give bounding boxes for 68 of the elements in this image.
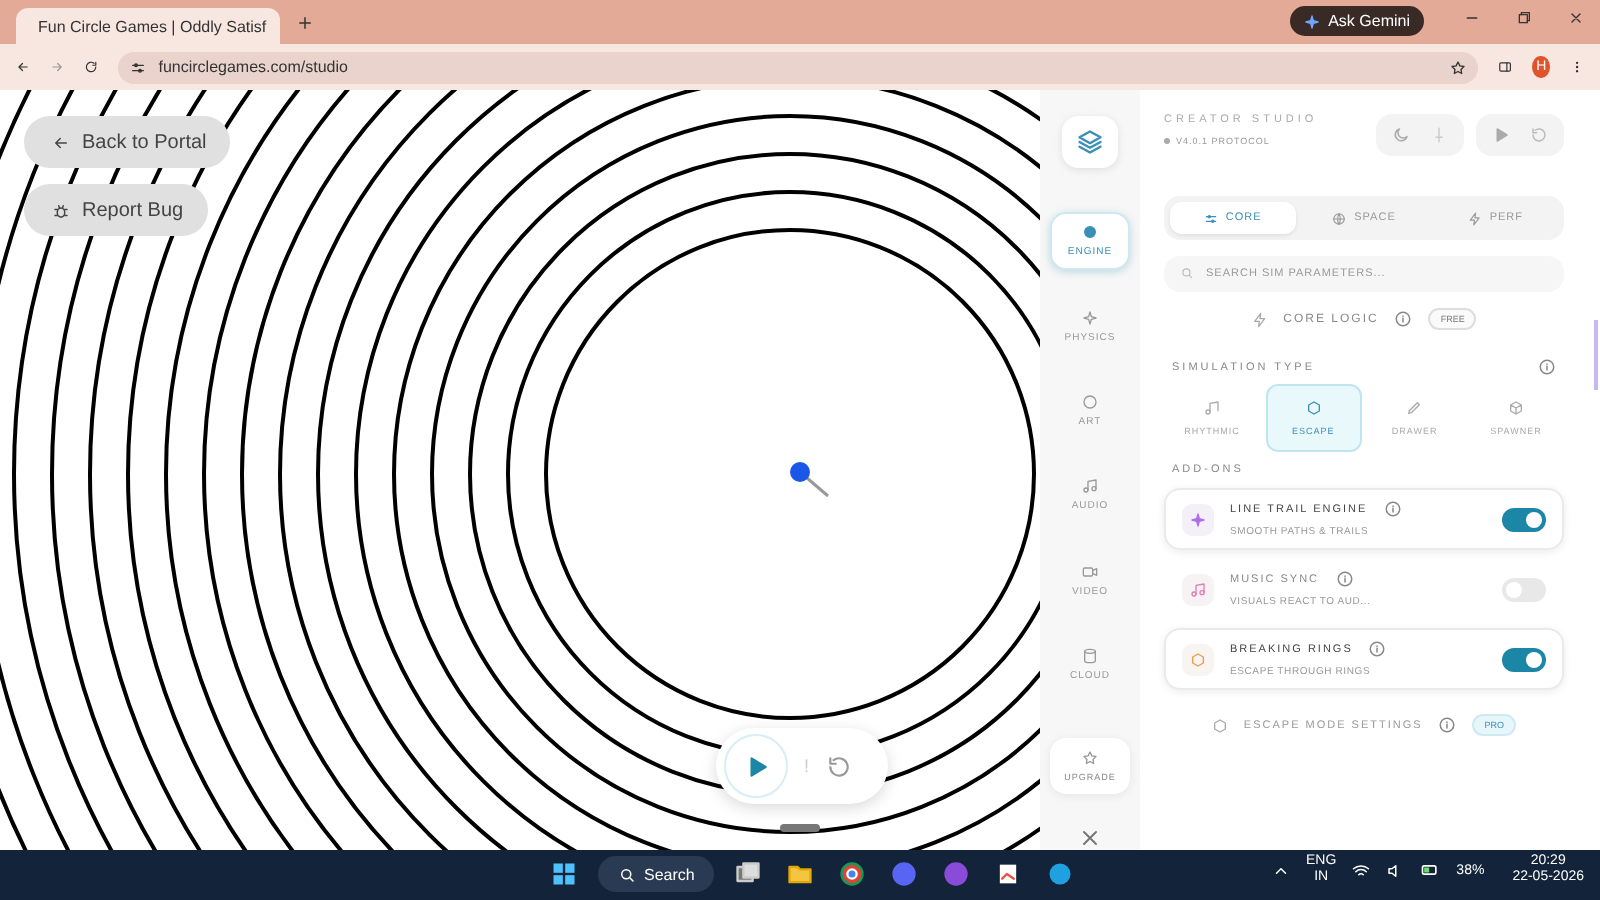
layers-icon	[1076, 128, 1104, 157]
reset-icon	[1530, 126, 1548, 144]
windows-stack-icon	[734, 860, 763, 888]
sparkle-icon	[1304, 13, 1321, 29]
battery-icon	[1420, 860, 1441, 881]
info-icon	[1394, 310, 1413, 328]
new-tab-button[interactable]	[296, 13, 314, 31]
reset-button[interactable]	[825, 753, 852, 779]
close-icon	[1078, 826, 1102, 850]
close-icon	[1568, 10, 1584, 26]
reset-icon	[825, 753, 852, 779]
star-icon	[1082, 749, 1098, 766]
database-icon	[1082, 647, 1098, 664]
music-note-icon	[1190, 581, 1206, 597]
close-button[interactable]	[1078, 826, 1102, 850]
info-icon	[1368, 640, 1387, 658]
status-dot	[1164, 138, 1170, 144]
forward-arrow-icon	[50, 58, 65, 76]
url-text: funcirclegames.com/studio	[158, 58, 348, 76]
tab-title: Fun Circle Games | Oddly Satisf	[38, 17, 267, 35]
search-icon	[1180, 266, 1194, 280]
taskbar-search[interactable]: Search	[598, 856, 715, 892]
address-bar[interactable]: funcirclegames.com/studio	[118, 51, 1479, 83]
back-arrow-icon	[52, 133, 70, 151]
pin-icon	[1430, 126, 1448, 144]
video-camera-icon	[1082, 563, 1098, 580]
info-icon	[1335, 570, 1354, 588]
report-bug-button[interactable]: Report Bug	[24, 184, 208, 236]
wifi-icon	[1352, 861, 1371, 880]
drag-handle[interactable]	[780, 824, 820, 832]
sparkles-icon	[1190, 511, 1206, 527]
browser-tab[interactable]: Fun Circle Games | Oddly Satisf	[16, 8, 280, 44]
globe-icon	[1332, 211, 1347, 225]
play-icon	[1492, 126, 1510, 144]
scrollbar[interactable]	[1594, 320, 1598, 390]
info-icon	[1538, 358, 1556, 376]
pencil-icon	[1406, 400, 1423, 416]
info-icon	[1438, 716, 1457, 734]
plus-icon	[296, 13, 314, 31]
moon-icon	[1392, 126, 1410, 144]
sparkle-icon	[1082, 309, 1098, 326]
ask-gemini-button[interactable]: Ask Gemini	[1290, 6, 1424, 36]
hexagon-icon	[1211, 717, 1228, 733]
cube-icon	[1507, 400, 1524, 416]
music-note-icon	[1082, 478, 1098, 495]
windows-icon	[550, 860, 578, 888]
logo-button[interactable]	[1062, 116, 1118, 169]
separator-text: !	[804, 756, 810, 776]
star-icon	[1450, 59, 1467, 75]
reload-icon	[84, 58, 99, 76]
restore-icon	[1516, 10, 1532, 26]
back-button[interactable]: Back to Portal	[24, 116, 231, 168]
bug-icon	[52, 201, 70, 219]
site-settings-icon	[130, 59, 147, 75]
music-note-icon	[1204, 400, 1220, 416]
toggle-switch[interactable]	[1502, 507, 1546, 531]
sliders-icon	[1203, 211, 1218, 225]
back-arrow-icon	[16, 58, 31, 76]
sidebar-icon	[1498, 58, 1513, 76]
play-button[interactable]	[724, 734, 788, 798]
info-icon	[1383, 500, 1402, 518]
toggle-switch[interactable]	[1502, 647, 1546, 671]
lightning-icon	[1251, 311, 1268, 327]
lightning-icon	[1467, 211, 1482, 225]
search-icon	[618, 865, 636, 883]
hexagon-icon	[1305, 400, 1322, 416]
folder-icon	[786, 860, 815, 888]
browser-icon	[838, 860, 867, 888]
